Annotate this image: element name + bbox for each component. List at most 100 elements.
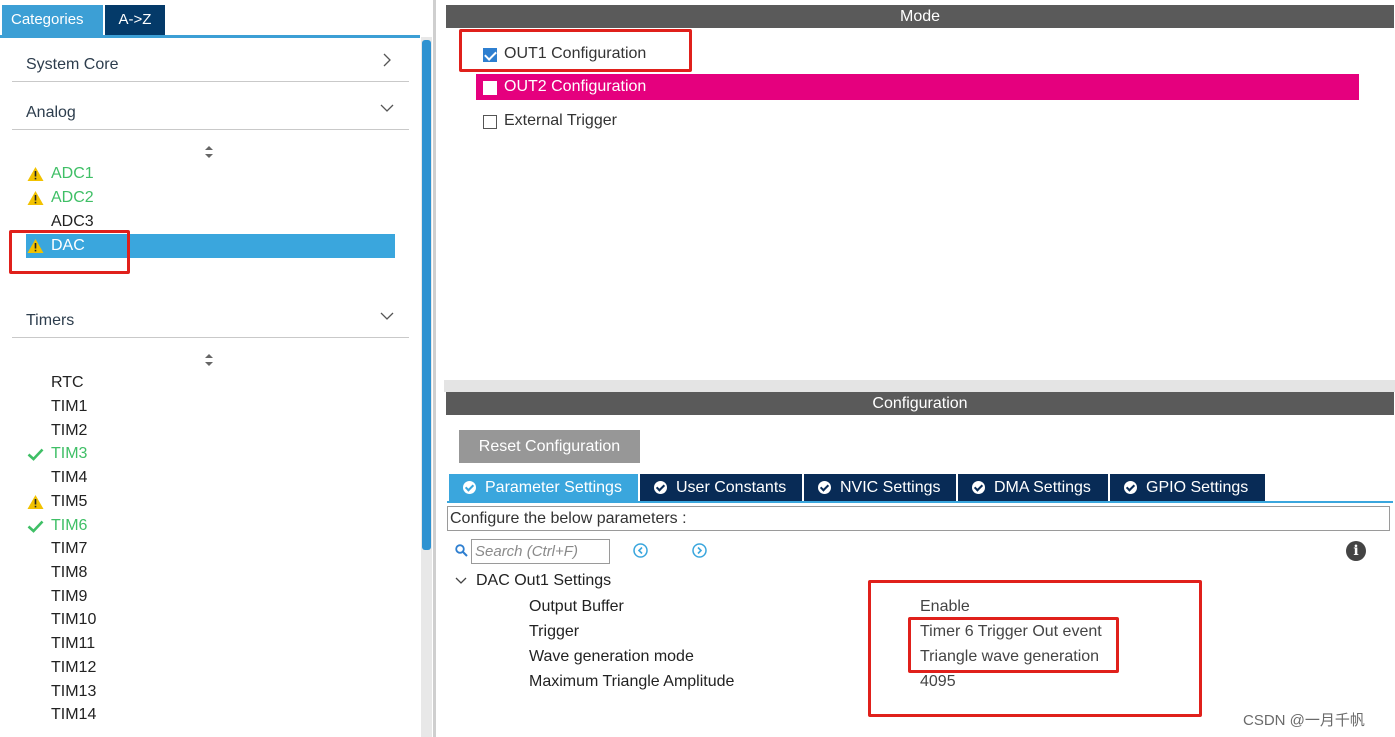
section-title: DAC Out1 Settings bbox=[476, 572, 612, 589]
sidebar-item-tim12[interactable]: TIM12 bbox=[26, 656, 395, 680]
sidebar-item-tim6[interactable]: TIM6 bbox=[26, 514, 395, 538]
check-icon bbox=[27, 448, 44, 461]
search-input[interactable]: Search (Ctrl+F) bbox=[471, 539, 610, 564]
warning-icon bbox=[27, 191, 44, 205]
tab-label: GPIO Settings bbox=[1146, 479, 1249, 496]
mode-option-external-trigger[interactable]: External Trigger bbox=[476, 108, 676, 134]
sidebar-item-adc1[interactable]: ADC1 bbox=[26, 162, 395, 186]
item-label: TIM1 bbox=[51, 398, 88, 415]
option-label: External Trigger bbox=[504, 112, 617, 129]
tab-user-constants[interactable]: User Constants bbox=[640, 474, 802, 501]
check-circle-icon bbox=[1124, 481, 1137, 494]
sidebar-item-tim2[interactable]: TIM2 bbox=[26, 419, 395, 443]
tab-label: Parameter Settings bbox=[485, 479, 622, 496]
mode-option-out2[interactable]: OUT2 Configuration bbox=[476, 74, 1359, 100]
tab-nvic-settings[interactable]: NVIC Settings bbox=[804, 474, 956, 501]
configuration-header: Configuration bbox=[446, 392, 1394, 415]
tab-label: DMA Settings bbox=[994, 479, 1091, 496]
item-label: TIM5 bbox=[51, 493, 88, 510]
group-label: Analog bbox=[26, 104, 76, 121]
item-label: RTC bbox=[51, 374, 84, 391]
highlight-box-out1 bbox=[459, 29, 692, 72]
mode-header: Mode bbox=[446, 5, 1394, 28]
highlight-box-trigger-wave bbox=[908, 617, 1119, 673]
item-label: TIM11 bbox=[51, 635, 96, 652]
sidebar-tabs: Categories A->Z bbox=[0, 0, 436, 35]
warning-icon bbox=[27, 167, 44, 181]
sidebar-splitter[interactable] bbox=[433, 0, 436, 737]
previous-result-icon[interactable] bbox=[633, 543, 648, 558]
item-label: TIM4 bbox=[51, 469, 88, 486]
item-label: TIM3 bbox=[51, 445, 88, 462]
item-label: TIM2 bbox=[51, 422, 88, 439]
panel-splitter[interactable] bbox=[444, 380, 1395, 392]
watermark: CSDN @一月千帆 bbox=[1243, 712, 1365, 729]
sidebar-item-tim10[interactable]: TIM10 bbox=[26, 608, 395, 632]
tab-categories[interactable]: Categories bbox=[2, 5, 103, 35]
sidebar-item-tim4[interactable]: TIM4 bbox=[26, 466, 395, 490]
sidebar-item-tim8[interactable]: TIM8 bbox=[26, 561, 395, 585]
option-label: OUT2 Configuration bbox=[504, 78, 647, 95]
warning-icon bbox=[27, 495, 44, 509]
sidebar-item-tim13[interactable]: TIM13 bbox=[26, 680, 395, 704]
tab-label: User Constants bbox=[676, 479, 787, 496]
sort-icon[interactable] bbox=[202, 144, 216, 160]
next-result-icon[interactable] bbox=[692, 543, 707, 558]
item-label: TIM8 bbox=[51, 564, 88, 581]
sidebar-item-tim5[interactable]: TIM5 bbox=[26, 490, 395, 514]
group-timers[interactable]: Timers bbox=[12, 300, 409, 338]
highlight-box-dac bbox=[9, 230, 130, 274]
sidebar-item-tim11[interactable]: TIM11 bbox=[26, 632, 395, 656]
scrollbar-thumb[interactable] bbox=[422, 40, 431, 550]
sidebar-item-tim3[interactable]: TIM3 bbox=[26, 442, 395, 466]
sidebar-item-rtc[interactable]: RTC bbox=[26, 371, 395, 395]
check-circle-icon bbox=[654, 481, 667, 494]
param-name-max-triangle-amplitude: Maximum Triangle Amplitude bbox=[529, 673, 735, 690]
chevron-right-icon bbox=[383, 53, 391, 67]
sidebar-scrollbar[interactable] bbox=[421, 37, 432, 737]
tab-gpio-settings[interactable]: GPIO Settings bbox=[1110, 474, 1265, 501]
item-label: TIM10 bbox=[51, 611, 97, 628]
item-label: TIM13 bbox=[51, 683, 97, 700]
sidebar-tab-underline bbox=[0, 35, 420, 38]
tab-label: NVIC Settings bbox=[840, 479, 941, 496]
sidebar-item-adc2[interactable]: ADC2 bbox=[26, 186, 395, 210]
param-name-wave-generation-mode: Wave generation mode bbox=[529, 648, 694, 665]
item-label: TIM7 bbox=[51, 540, 88, 557]
item-label: ADC2 bbox=[51, 189, 94, 206]
reset-configuration-button[interactable]: Reset Configuration bbox=[459, 430, 640, 463]
check-circle-icon bbox=[972, 481, 985, 494]
check-circle-icon bbox=[463, 481, 476, 494]
sidebar-item-tim14[interactable]: TIM14 bbox=[26, 703, 395, 727]
tab-dma-settings[interactable]: DMA Settings bbox=[958, 474, 1108, 501]
tab-a-to-z[interactable]: A->Z bbox=[105, 5, 165, 35]
chevron-down-icon bbox=[380, 104, 394, 112]
sidebar-item-tim1[interactable]: TIM1 bbox=[26, 395, 395, 419]
param-name-output-buffer: Output Buffer bbox=[529, 598, 624, 615]
tab-parameter-settings[interactable]: Parameter Settings bbox=[449, 474, 638, 501]
chevron-down-icon bbox=[455, 577, 467, 584]
chevron-down-icon bbox=[380, 312, 394, 320]
item-label: TIM12 bbox=[51, 659, 97, 676]
item-label: TIM9 bbox=[51, 588, 88, 605]
item-label: ADC1 bbox=[51, 165, 94, 182]
sidebar-item-tim7[interactable]: TIM7 bbox=[26, 537, 395, 561]
sidebar: Categories A->Z System Core Analog ADC1 … bbox=[0, 0, 436, 737]
group-system-core[interactable]: System Core bbox=[12, 44, 409, 82]
sort-icon[interactable] bbox=[202, 352, 216, 368]
group-label: System Core bbox=[26, 56, 119, 73]
item-label: TIM6 bbox=[51, 517, 88, 534]
checkbox-icon[interactable] bbox=[483, 81, 497, 95]
sidebar-item-tim9[interactable]: TIM9 bbox=[26, 585, 395, 609]
search-icon bbox=[455, 544, 468, 557]
group-label: Timers bbox=[26, 312, 75, 329]
check-circle-icon bbox=[818, 481, 831, 494]
check-icon bbox=[27, 520, 44, 533]
param-name-trigger: Trigger bbox=[529, 623, 580, 640]
item-label: TIM14 bbox=[51, 706, 97, 723]
configure-prompt: Configure the below parameters : bbox=[447, 506, 1390, 531]
tab-underline bbox=[447, 501, 1393, 503]
info-icon[interactable]: i bbox=[1346, 541, 1366, 561]
group-analog[interactable]: Analog bbox=[12, 92, 409, 130]
checkbox-icon[interactable] bbox=[483, 115, 497, 129]
